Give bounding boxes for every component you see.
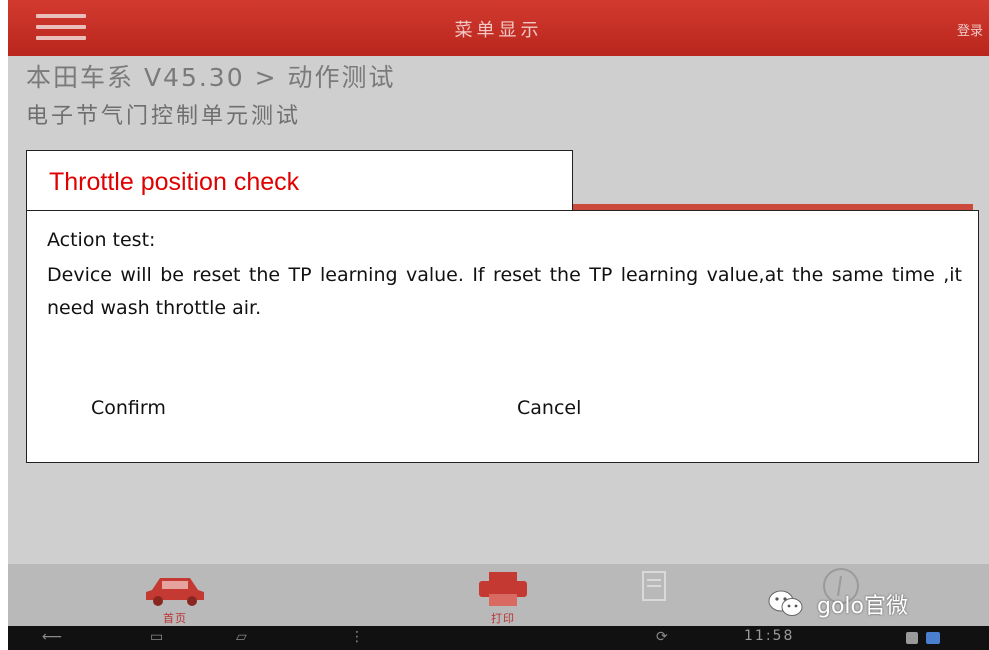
app-screen: 菜单显示 登录 本田车系 V45.30 > 动作测试 电子节气门控制单元测试 T… [8, 0, 989, 650]
sync-icon: ⟳ [656, 629, 668, 645]
battery-icon [926, 632, 940, 644]
action-test-label: Action test: [47, 229, 156, 251]
car-icon [146, 578, 204, 606]
back-icon[interactable]: ⟵ [42, 629, 62, 645]
document-icon [642, 571, 666, 601]
nav-document[interactable] [598, 566, 708, 622]
login-button[interactable]: 登录 [957, 20, 983, 39]
nav-print-label: 打印 [491, 612, 515, 625]
dialog-title: Throttle position check [49, 168, 300, 196]
clock: 11:58 [744, 628, 795, 644]
nav-print[interactable]: 打印 [448, 568, 558, 625]
system-navigation-bar: ⟵ ▭ ▱ ⋮ ⟳ 11:58 [8, 626, 989, 650]
dialog-message: Device will be reset the TP learning val… [47, 264, 962, 319]
test-subtitle: 电子节气门控制单元测试 [26, 104, 302, 129]
wechat-watermark: golo官微 [768, 588, 908, 619]
watermark-text: golo官微 [817, 594, 908, 619]
nav-home-label: 首页 [163, 612, 187, 625]
printer-icon [479, 572, 527, 606]
overflow-menu-icon[interactable]: ⋮ [350, 629, 364, 645]
confirm-button[interactable]: Confirm [91, 397, 166, 419]
breadcrumb: 本田车系 V45.30 > 动作测试 [26, 63, 396, 92]
nav-home[interactable]: 首页 [120, 568, 230, 625]
home-icon[interactable]: ▭ [150, 629, 163, 645]
recent-apps-icon[interactable]: ▱ [236, 629, 247, 645]
dialog-body: Action test: Device will be reset the TP… [26, 210, 979, 463]
status-icon [906, 632, 918, 644]
app-title: 菜单显示 [454, 20, 543, 41]
wechat-logo-icon [768, 590, 803, 616]
cancel-button[interactable]: Cancel [517, 397, 581, 419]
top-app-bar: 菜单显示 登录 [8, 0, 989, 56]
dialog-title-box: Throttle position check [26, 150, 573, 210]
